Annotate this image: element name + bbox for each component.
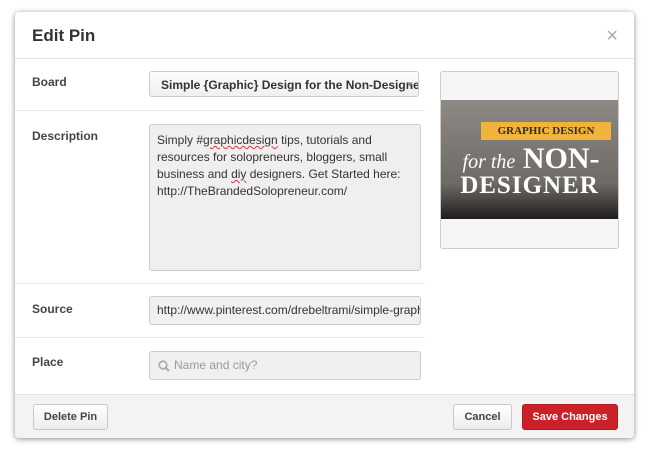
description-textarea[interactable]: Simply #graphicdesign tips, tutorials an…: [149, 124, 421, 271]
search-icon: [158, 360, 170, 372]
source-row: Source http://www.pinterest.com/drebeltr…: [15, 284, 425, 338]
image-banner: GRAPHIC DESIGN: [481, 122, 611, 140]
cancel-button[interactable]: Cancel: [453, 404, 512, 430]
desc-text: Simply #: [157, 133, 204, 147]
place-row: Place Name and city?: [15, 338, 425, 394]
source-label: Source: [32, 302, 73, 316]
edit-pin-dialog: Edit Pin × Board Simple {Graphic} Design…: [15, 12, 634, 438]
description-row: Description Simply #graphicdesign tips, …: [15, 111, 425, 284]
dialog-header: Edit Pin ×: [15, 12, 634, 59]
image-script: for the: [462, 151, 516, 173]
place-input[interactable]: Name and city?: [149, 351, 421, 380]
image-line2: for the NON-: [445, 142, 617, 176]
board-label: Board: [32, 75, 67, 89]
board-value: Simple {Graphic} Design for the Non-Desi…: [161, 78, 419, 92]
image-non: NON-: [522, 142, 600, 175]
desc-text: graphicdesign: [203, 133, 278, 147]
close-icon[interactable]: ×: [606, 25, 618, 48]
delete-pin-button[interactable]: Delete Pin: [33, 404, 108, 430]
source-input[interactable]: http://www.pinterest.com/drebeltrami/sim…: [149, 296, 421, 325]
image-line3: DESIGNER: [460, 172, 599, 199]
board-select[interactable]: Simple {Graphic} Design for the Non-Desi…: [149, 71, 419, 97]
description-label: Description: [32, 129, 99, 143]
dialog-title: Edit Pin: [32, 26, 96, 45]
pin-preview-card: GRAPHIC DESIGN for the NON- DESIGNER: [440, 71, 619, 249]
desc-text: diy: [231, 167, 247, 181]
board-row: Board Simple {Graphic} Design for the No…: [15, 59, 425, 111]
save-changes-button[interactable]: Save Changes: [522, 404, 618, 430]
pin-image: GRAPHIC DESIGN for the NON- DESIGNER: [441, 100, 618, 219]
chevron-down-icon: ▼: [406, 80, 414, 89]
place-label: Place: [32, 355, 64, 369]
place-placeholder: Name and city?: [174, 358, 258, 372]
dialog-footer: Delete Pin Cancel Save Changes: [15, 394, 634, 438]
